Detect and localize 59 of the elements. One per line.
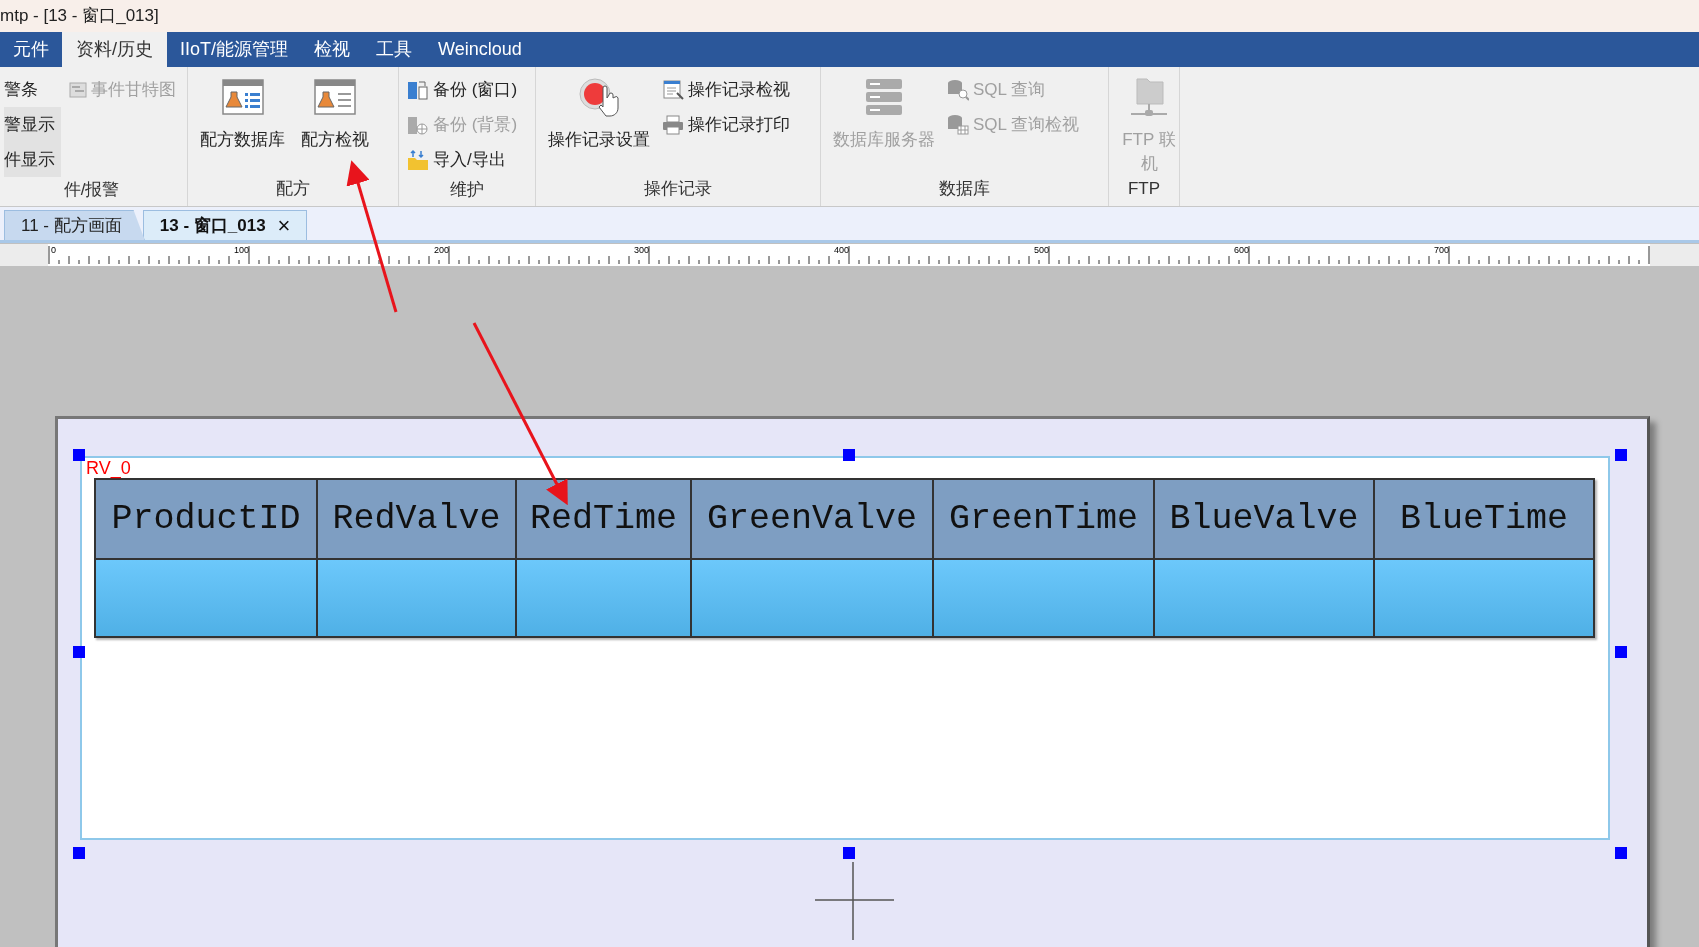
document-tab[interactable]: 13 - 窗口_013 × <box>142 210 308 240</box>
object-name: RV_0 <box>86 459 131 477</box>
column-header: ProductID <box>96 480 316 558</box>
ribbon-button[interactable]: 警条 <box>4 72 61 107</box>
resize-handle[interactable] <box>843 847 855 859</box>
ruler-label: 300 <box>634 245 650 255</box>
ribbon-group-label: 件/报警 <box>62 179 121 201</box>
ribbon-button[interactable]: 配方数据库 <box>196 72 289 176</box>
database-table-icon <box>947 113 969 136</box>
folder-icon <box>407 148 429 171</box>
column-header: BlueTime <box>1375 480 1593 558</box>
backup-icon <box>407 78 429 101</box>
record-button-icon <box>577 76 621 120</box>
menu-tab[interactable]: 资料/历史 <box>62 32 167 67</box>
ribbon-button[interactable]: 配方检视 <box>297 72 373 176</box>
resize-handle[interactable] <box>1615 449 1627 461</box>
gantt-icon <box>69 80 87 99</box>
ribbon-group-label: 数据库 <box>938 178 991 200</box>
ribbon-button[interactable]: 操作记录打印 <box>662 107 796 142</box>
column-header: GreenTime <box>934 480 1153 558</box>
log-view-icon <box>662 78 684 101</box>
ribbon-group-label: 操作记录 <box>643 178 713 200</box>
ribbon-group-label: 配方 <box>275 178 311 200</box>
close-icon[interactable]: × <box>277 214 291 237</box>
ruler-label: 600 <box>1234 245 1250 255</box>
resize-handle[interactable] <box>1615 646 1627 658</box>
column-header: GreenValve <box>692 480 932 558</box>
ruler-label: 700 <box>1434 245 1450 255</box>
ribbon-button[interactable]: 导入/导出 <box>407 142 524 177</box>
window-title: mtp - [13 - 窗口_013] <box>0 5 159 28</box>
printer-icon <box>662 113 684 136</box>
ribbon-button[interactable]: 备份 (窗口) <box>407 72 524 107</box>
resize-handle[interactable] <box>73 646 85 658</box>
resize-handle[interactable] <box>73 847 85 859</box>
document-tab[interactable]: 11 - 配方画面 <box>4 210 145 240</box>
ruler-label: 400 <box>834 245 850 255</box>
resize-handle[interactable] <box>843 449 855 461</box>
column-header: BlueValve <box>1155 480 1373 558</box>
menu-tab[interactable]: IIoT/能源管理 <box>167 32 302 67</box>
column-header: RedTime <box>517 480 690 558</box>
ruler-label: 100 <box>234 245 250 255</box>
ribbon-group-label: FTP <box>1126 178 1162 200</box>
menu-tab[interactable]: 检视 <box>301 32 364 67</box>
menu-tab[interactable]: Weincloud <box>425 32 535 67</box>
ribbon-button[interactable]: 警显示 <box>4 107 61 142</box>
menu-tab[interactable]: 工具 <box>363 32 426 67</box>
crosshair-icon <box>814 861 895 941</box>
ruler-label: 500 <box>1034 245 1050 255</box>
database-search-icon <box>947 78 969 101</box>
ruler-label: 0 <box>51 245 56 255</box>
menu-tab[interactable]: 元件 <box>0 32 62 67</box>
ruler-label: 200 <box>434 245 450 255</box>
ribbon-group-label: 维护 <box>449 179 485 201</box>
ribbon-button[interactable]: 件显示 <box>4 142 61 177</box>
ribbon-button[interactable]: 操作记录设置 <box>544 72 654 176</box>
resize-handle[interactable] <box>73 449 85 461</box>
column-header: RedValve <box>318 480 515 558</box>
ribbon-button[interactable]: 操作记录检视 <box>662 72 796 107</box>
resize-handle[interactable] <box>1615 847 1627 859</box>
